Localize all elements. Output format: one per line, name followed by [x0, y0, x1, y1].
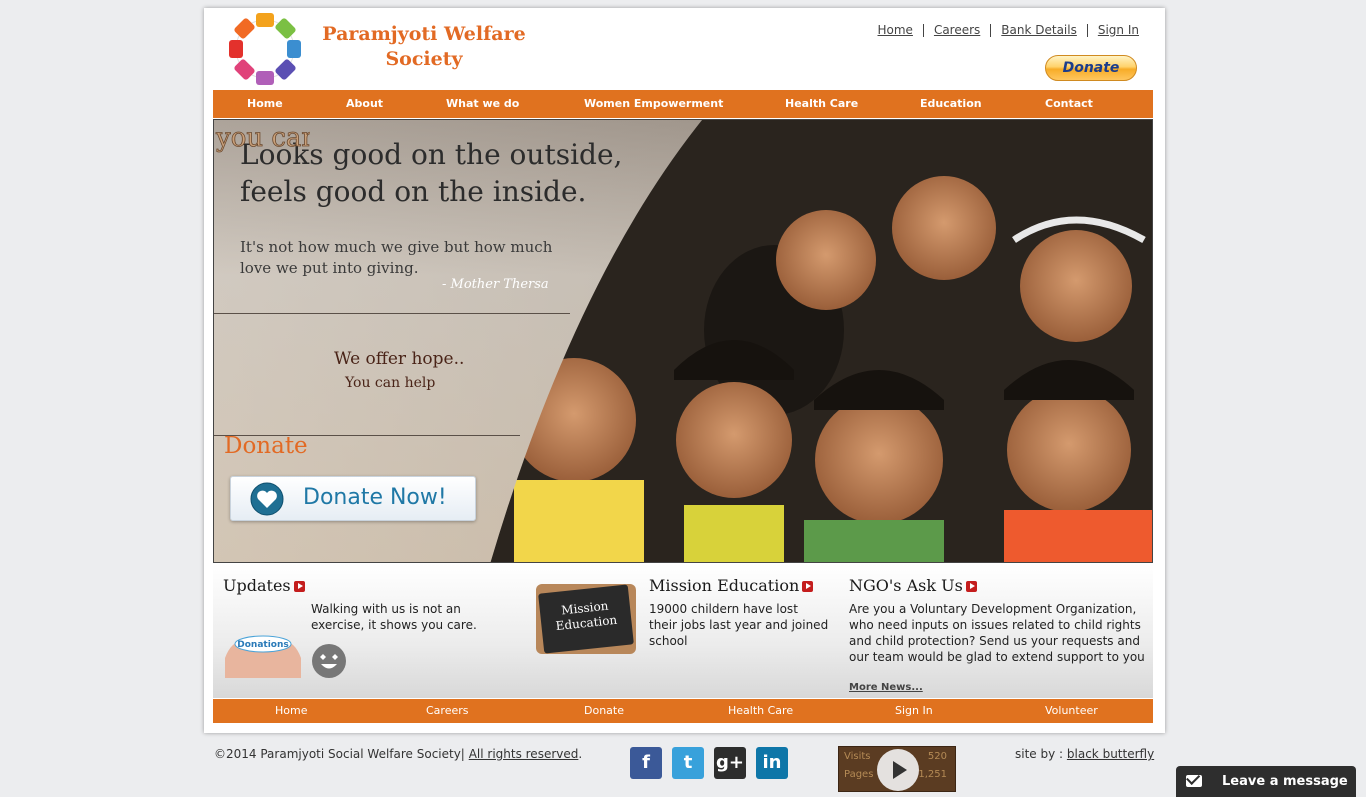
page-container: Paramjyoti Welfare Society Home Careers …: [204, 8, 1165, 733]
ngo-text-line-4: our team would be glad to extend support…: [849, 650, 1145, 664]
nav-home[interactable]: Home: [247, 90, 283, 118]
you-can-help-image-text: you can help: [215, 123, 310, 153]
play-icon: [802, 581, 814, 592]
site-by-label: site by :: [1015, 747, 1064, 761]
info-strip: Updates Donations Walking with us is not…: [213, 564, 1153, 698]
twitter-icon[interactable]: t: [672, 747, 704, 779]
you-can-help-image: you can help: [215, 123, 310, 154]
google-plus-icon[interactable]: g+: [714, 747, 746, 779]
footer-nav: Home Careers Donate Health Care Sign In …: [213, 699, 1153, 723]
ngo-text: Are you a Voluntary Development Organiza…: [849, 601, 1145, 665]
mission-title[interactable]: Mission Education: [649, 576, 814, 595]
copyright: ©2014 Paramjyoti Social Welfare Society|…: [214, 747, 582, 761]
logo-icon[interactable]: [227, 12, 303, 86]
counter-pages-label: Pages: [844, 769, 874, 780]
heart-eyes-smiley-icon: [312, 644, 346, 678]
donations-image-text: Donations: [237, 640, 288, 650]
hero-quote: It's not how much we give but how much l…: [240, 237, 580, 279]
donate-now-button[interactable]: Donate Now!: [230, 476, 476, 521]
twitter-glyph: t: [683, 752, 693, 773]
divider: [214, 313, 570, 314]
nav-health-care[interactable]: Health Care: [785, 90, 858, 118]
ngo-title-text: NGO's Ask Us: [849, 576, 963, 595]
rights-reserved-link[interactable]: All rights reserved: [469, 747, 579, 761]
hero-quote-line-2: love we put into giving.: [240, 259, 419, 277]
updates-text: Walking with us is not an exercise, it s…: [311, 601, 477, 633]
footer-nav-home[interactable]: Home: [275, 699, 307, 723]
mission-text: 19000 childern have lost their jobs last…: [649, 601, 828, 649]
play-icon: [293, 581, 305, 592]
rights-suffix: .: [578, 747, 583, 761]
nav-education[interactable]: Education: [920, 90, 982, 118]
ngo-text-line-3: and child protection? Send us your reque…: [849, 634, 1140, 648]
donations-hands-image: Donations: [225, 635, 301, 678]
leave-message-chat-button[interactable]: Leave a message: [1176, 766, 1356, 797]
footer-nav-donate[interactable]: Donate: [584, 699, 624, 723]
hero-quote-author: - Mother Thersa: [442, 277, 549, 292]
nav-what-we-do[interactable]: What we do: [446, 90, 519, 118]
help-text: You can help: [345, 375, 436, 391]
footer-nav-careers[interactable]: Careers: [426, 699, 469, 723]
envelope-icon: [1186, 775, 1202, 787]
ngo-text-line-1: Are you a Voluntary Development Organiza…: [849, 602, 1137, 616]
nav-about[interactable]: About: [346, 90, 383, 118]
play-icon: [965, 581, 977, 592]
top-links: Home Careers Bank Details Sign In: [868, 24, 1150, 37]
brand-line-1: Paramjyoti Welfare: [322, 23, 526, 45]
mission-title-text: Mission Education: [649, 576, 800, 595]
mission-text-line-2: their jobs last year and joined: [649, 618, 829, 632]
updates-text-line-2: exercise, it shows you care.: [311, 618, 477, 632]
brand-name: Paramjyoti Welfare Society: [308, 22, 540, 72]
brand-line-2: Society: [385, 48, 463, 70]
ngo-text-line-2: who need inputs on issues related to chi…: [849, 618, 1141, 632]
linkedin-glyph: in: [762, 752, 782, 773]
counter-visits-label: Visits: [844, 751, 871, 762]
toplink-home[interactable]: Home: [868, 24, 923, 37]
copyright-text: ©2014 Paramjyoti Social Welfare Society|: [214, 747, 465, 761]
site-by-link[interactable]: black butterfly: [1067, 747, 1154, 761]
google-plus-glyph: g+: [716, 752, 744, 773]
nav-contact[interactable]: Contact: [1045, 90, 1093, 118]
updates-text-line-1: Walking with us is not an: [311, 602, 461, 616]
mission-education-board-text: Mission Education: [538, 584, 634, 654]
linkedin-icon[interactable]: in: [756, 747, 788, 779]
footer-nav-volunteer[interactable]: Volunteer: [1045, 699, 1098, 723]
updates-title[interactable]: Updates: [223, 576, 305, 595]
updates-title-text: Updates: [223, 576, 291, 595]
paypal-donate-button[interactable]: Donate: [1045, 55, 1137, 81]
mission-text-line-1: 19000 childern have lost: [649, 602, 798, 616]
site-by: site by : black butterfly: [1015, 747, 1154, 761]
toplink-bank-details[interactable]: Bank Details: [990, 24, 1087, 37]
footer-nav-sign-in[interactable]: Sign In: [895, 699, 933, 723]
hero-quote-line-1: It's not how much we give but how much: [240, 238, 553, 256]
hero-banner: Looks good on the outside, feels good on…: [213, 119, 1153, 563]
footer-nav-health-care[interactable]: Health Care: [728, 699, 793, 723]
leave-message-label: Leave a message: [1222, 774, 1348, 789]
toplink-careers[interactable]: Careers: [922, 24, 990, 37]
mission-text-line-3: school: [649, 634, 688, 648]
mission-education-board: Mission Education: [536, 584, 636, 654]
donate-now-label: Donate Now!: [303, 485, 447, 510]
more-news-link[interactable]: More News...: [849, 682, 923, 693]
donate-heading: Donate: [224, 433, 308, 459]
ngo-title[interactable]: NGO's Ask Us: [849, 576, 977, 595]
hope-text: We offer hope..: [334, 349, 465, 369]
facebook-glyph: f: [642, 752, 650, 773]
counter-pages-value: 1,251: [918, 769, 947, 780]
nav-women-empowerment[interactable]: Women Empowerment: [584, 90, 723, 118]
toplink-sign-in[interactable]: Sign In: [1086, 24, 1149, 37]
facebook-icon[interactable]: f: [630, 747, 662, 779]
counter-visits-value: 520: [927, 751, 947, 762]
visit-counter: Visits 520 Pages 1,251: [838, 746, 956, 792]
play-button-icon[interactable]: [877, 749, 919, 791]
heart-icon: [250, 482, 284, 516]
main-nav: Home About What we do Women Empowerment …: [213, 90, 1153, 118]
